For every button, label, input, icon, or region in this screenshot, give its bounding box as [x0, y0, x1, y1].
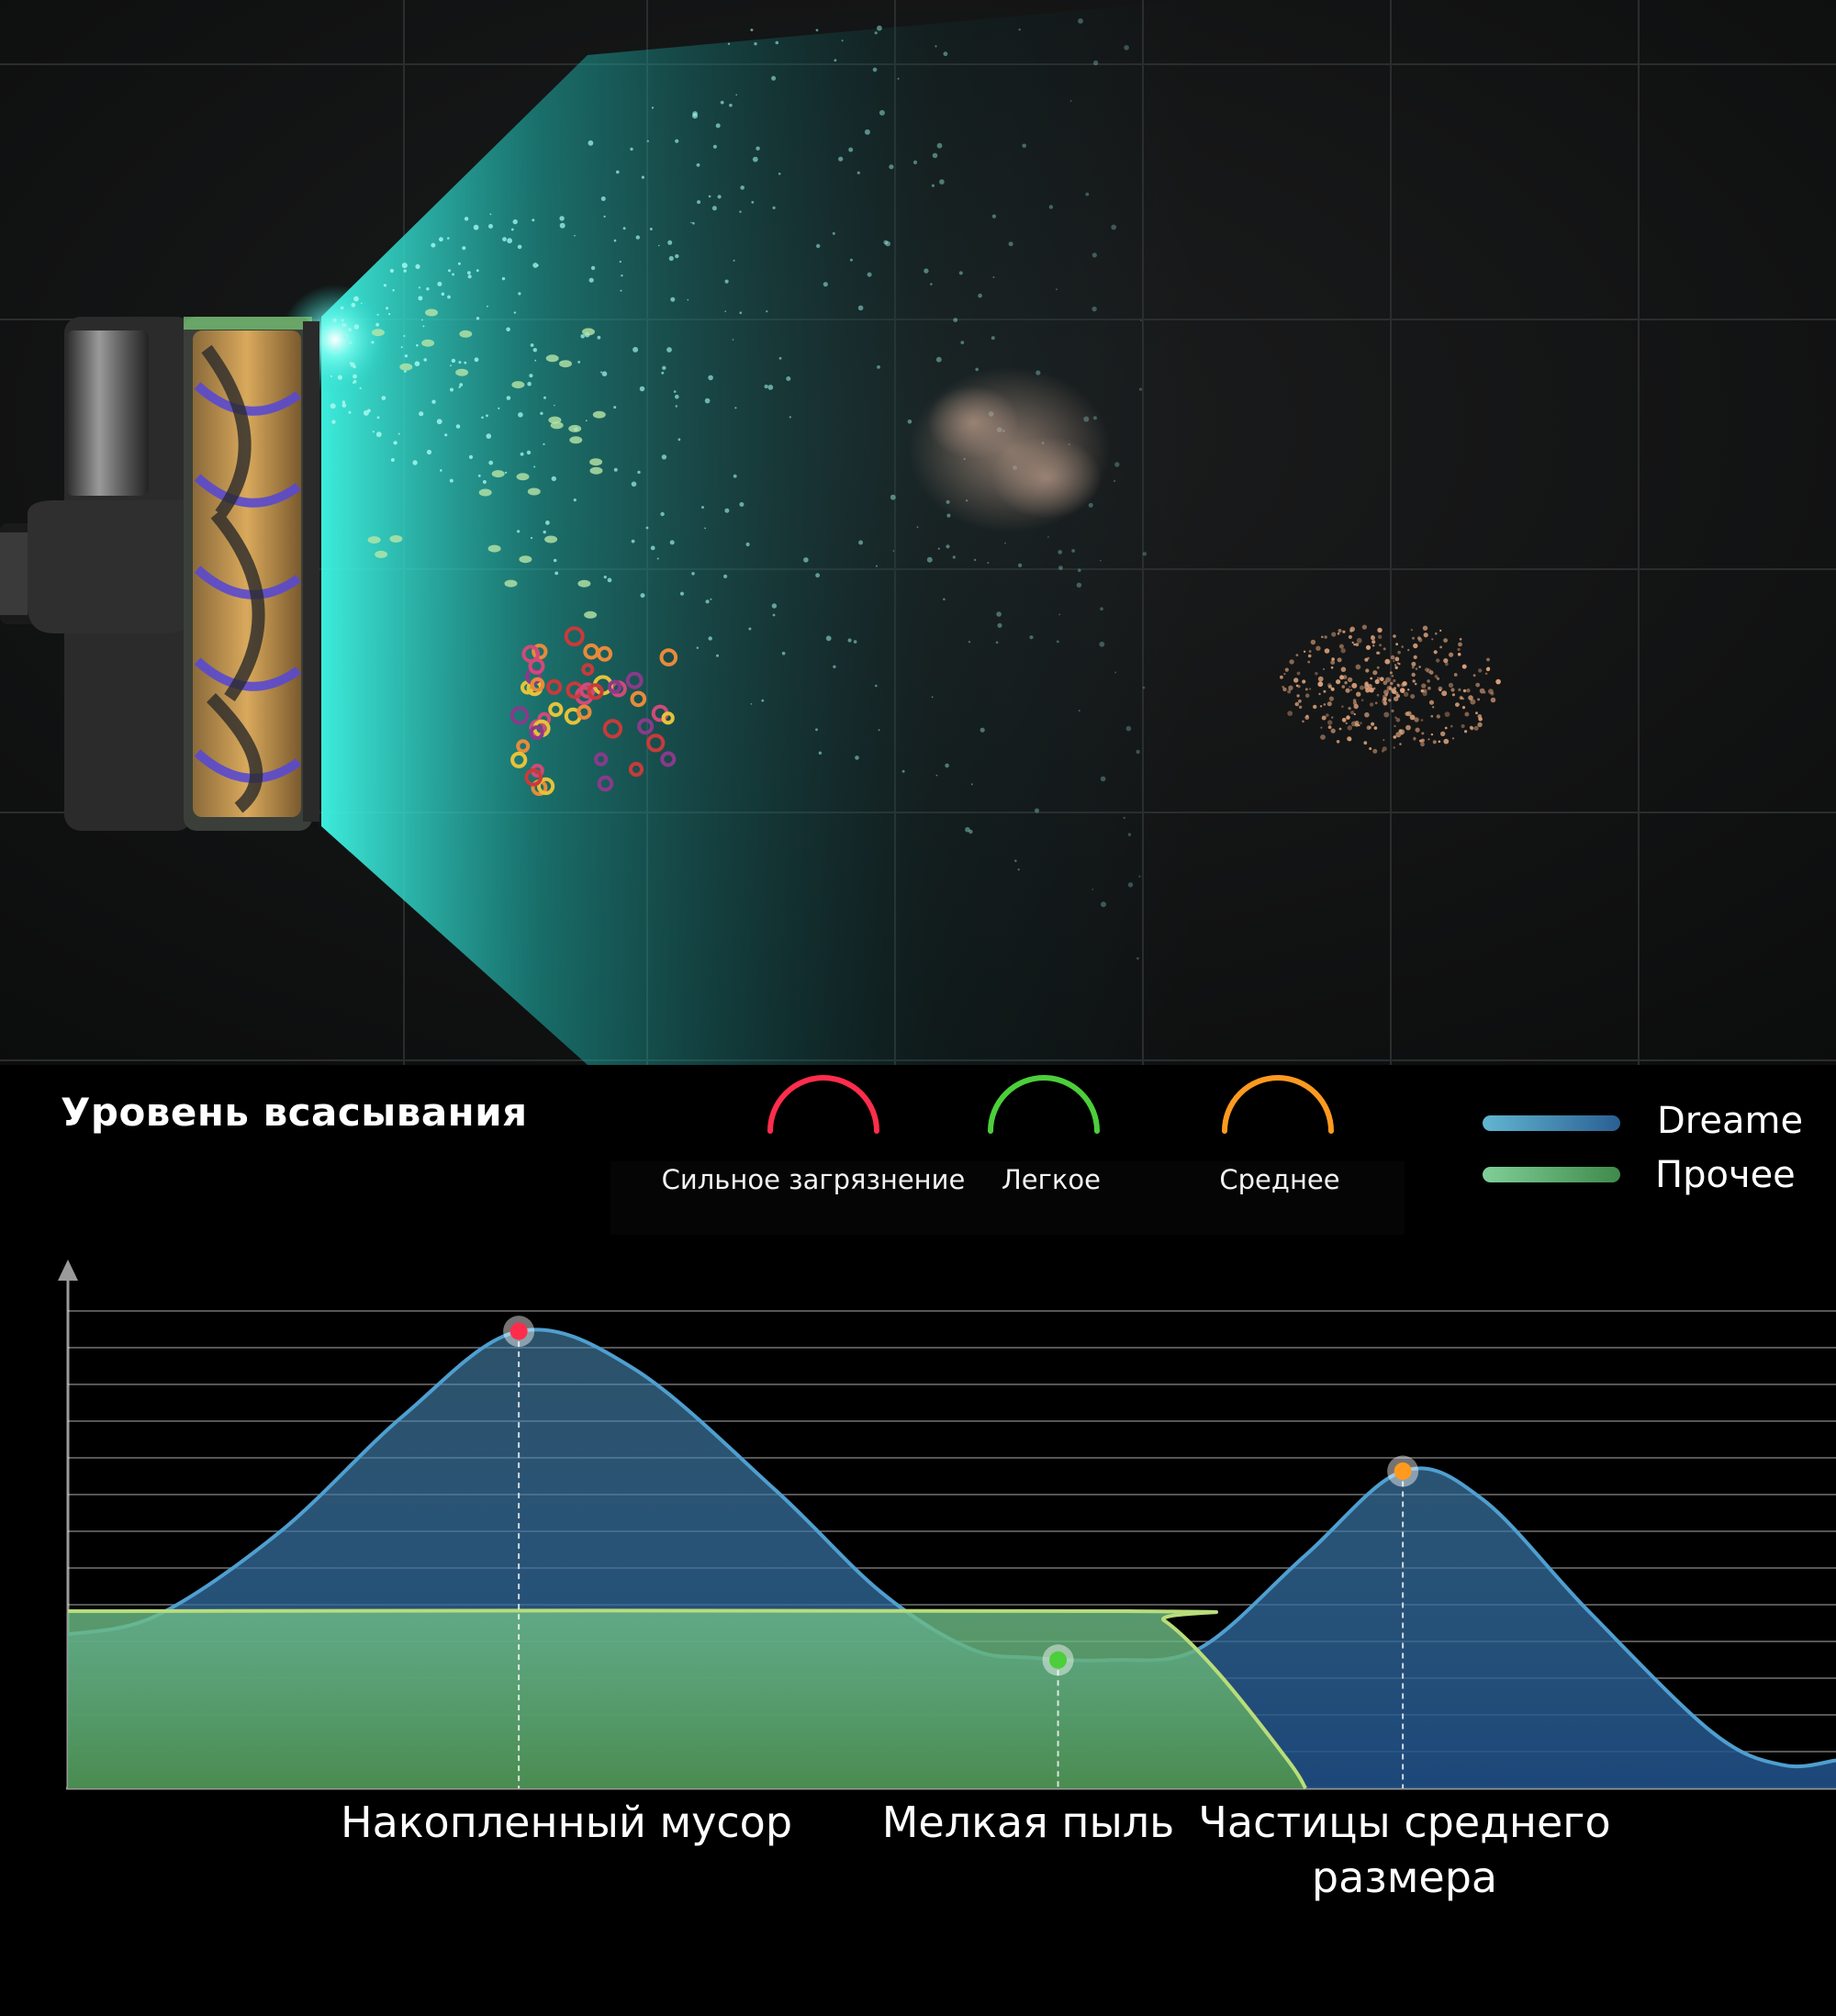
data-point-marker: [1049, 1651, 1068, 1669]
series-other-label: Прочее: [1655, 1154, 1796, 1196]
series-other-swatch: [1483, 1167, 1620, 1182]
series-dreame-swatch: [1483, 1115, 1620, 1131]
legend-label-medium: Среднее: [1219, 1164, 1340, 1195]
series-other-area: [68, 1610, 1306, 1788]
category-label-fine-dust: Мелкая пыль: [881, 1798, 1175, 1847]
legend-arc-icon: [1222, 1075, 1334, 1134]
y-axis-arrow-icon: [58, 1260, 78, 1281]
suction-chart: [58, 1075, 1836, 1790]
legend-arcs: [767, 1075, 1334, 1134]
legend-arc-icon: [988, 1075, 1100, 1134]
category-label-medium-particles: Частицы среднего размера: [1198, 1798, 1611, 1902]
data-point-marker: [509, 1322, 528, 1340]
series-dreame-label: Dreame: [1657, 1100, 1804, 1142]
legend-label-light: Легкое: [1002, 1164, 1101, 1195]
legend-arc-icon: [767, 1075, 879, 1134]
chart-title: Уровень всасывания: [61, 1090, 528, 1135]
legend-label-heavy: Сильное загрязнение: [661, 1164, 966, 1195]
data-point-marker: [1394, 1462, 1412, 1481]
category-label-accumulated-debris: Накопленный мусор: [340, 1798, 793, 1847]
